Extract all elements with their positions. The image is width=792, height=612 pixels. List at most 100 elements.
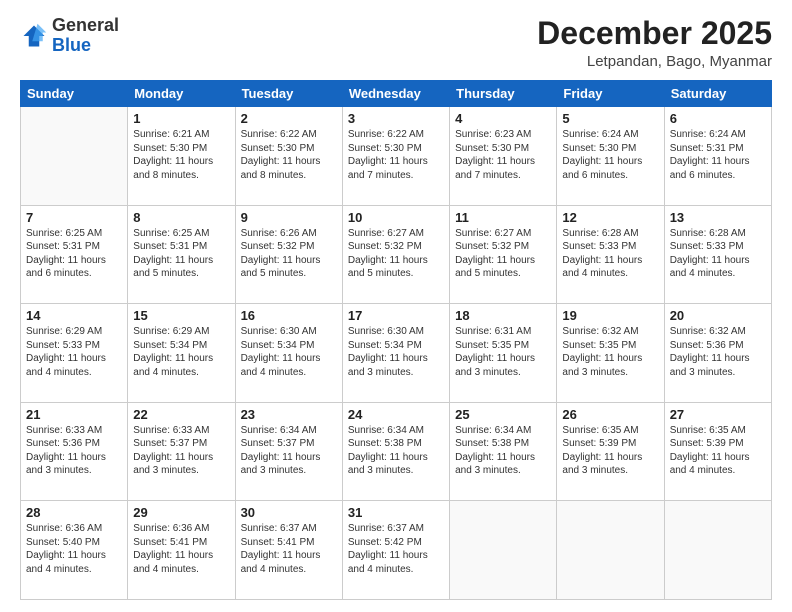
- day-info: Sunrise: 6:35 AM Sunset: 5:39 PM Dayligh…: [670, 424, 766, 478]
- page: General Blue December 2025 Letpandan, Ba…: [0, 0, 792, 612]
- day-info: Sunrise: 6:21 AM Sunset: 5:30 PM Dayligh…: [133, 128, 229, 182]
- day-info: Sunrise: 6:34 AM Sunset: 5:38 PM Dayligh…: [348, 424, 444, 478]
- day-number: 15: [133, 308, 229, 323]
- logo-blue-text: Blue: [52, 35, 91, 55]
- table-row: 5 Sunrise: 6:24 AM Sunset: 5:30 PM Daylig…: [557, 107, 664, 206]
- day-number: 27: [670, 407, 766, 422]
- day-number: 23: [241, 407, 337, 422]
- day-info: Sunrise: 6:37 AM Sunset: 5:42 PM Dayligh…: [348, 522, 444, 576]
- day-number: 3: [348, 111, 444, 126]
- day-number: 29: [133, 505, 229, 520]
- day-number: 1: [133, 111, 229, 126]
- table-row: 2 Sunrise: 6:22 AM Sunset: 5:30 PM Daylig…: [235, 107, 342, 206]
- day-info: Sunrise: 6:25 AM Sunset: 5:31 PM Dayligh…: [26, 227, 122, 281]
- day-number: 12: [562, 210, 658, 225]
- day-info: Sunrise: 6:25 AM Sunset: 5:31 PM Dayligh…: [133, 227, 229, 281]
- day-info: Sunrise: 6:30 AM Sunset: 5:34 PM Dayligh…: [348, 325, 444, 379]
- table-row: 19 Sunrise: 6:32 AM Sunset: 5:35 PM Dayli…: [557, 304, 664, 403]
- table-row: 12Sunrise: 6:28 AM Sunset: 5:33 PM Dayli…: [557, 205, 664, 304]
- calendar-week-row: 14 Sunrise: 6:29 AM Sunset: 5:33 PM Dayli…: [21, 304, 772, 403]
- day-info: Sunrise: 6:32 AM Sunset: 5:35 PM Dayligh…: [562, 325, 658, 379]
- table-row: 28 Sunrise: 6:36 AM Sunset: 5:40 PM Dayli…: [21, 501, 128, 600]
- table-row: 4 Sunrise: 6:23 AM Sunset: 5:30 PM Daylig…: [450, 107, 557, 206]
- table-row: 11Sunrise: 6:27 AM Sunset: 5:32 PM Dayli…: [450, 205, 557, 304]
- table-row: 29 Sunrise: 6:36 AM Sunset: 5:41 PM Dayli…: [128, 501, 235, 600]
- day-info: Sunrise: 6:27 AM Sunset: 5:32 PM Dayligh…: [455, 227, 551, 281]
- table-row: 27 Sunrise: 6:35 AM Sunset: 5:39 PM Dayli…: [664, 402, 771, 501]
- table-row: 23 Sunrise: 6:34 AM Sunset: 5:37 PM Dayli…: [235, 402, 342, 501]
- day-number: 30: [241, 505, 337, 520]
- logo: General Blue: [20, 16, 119, 56]
- day-info: Sunrise: 6:28 AM Sunset: 5:33 PM Dayligh…: [670, 227, 766, 281]
- day-number: 2: [241, 111, 337, 126]
- day-number: 26: [562, 407, 658, 422]
- header-sunday: Sunday: [21, 81, 128, 107]
- day-number: 6: [670, 111, 766, 126]
- calendar-header-row: Sunday Monday Tuesday Wednesday Thursday…: [21, 81, 772, 107]
- table-row: [450, 501, 557, 600]
- calendar-table: Sunday Monday Tuesday Wednesday Thursday…: [20, 80, 772, 600]
- table-row: 25Sunrise: 6:34 AM Sunset: 5:38 PM Dayli…: [450, 402, 557, 501]
- day-number: 8: [133, 210, 229, 225]
- day-number: 7: [26, 210, 122, 225]
- calendar-week-row: 7 Sunrise: 6:25 AM Sunset: 5:31 PM Daylig…: [21, 205, 772, 304]
- day-info: Sunrise: 6:34 AM Sunset: 5:38 PM Dayligh…: [455, 424, 551, 478]
- title-block: December 2025 Letpandan, Bago, Myanmar: [537, 16, 772, 70]
- logo-icon: [20, 22, 48, 50]
- table-row: 16 Sunrise: 6:30 AM Sunset: 5:34 PM Dayli…: [235, 304, 342, 403]
- table-row: 18 Sunrise: 6:31 AM Sunset: 5:35 PM Dayli…: [450, 304, 557, 403]
- day-info: Sunrise: 6:23 AM Sunset: 5:30 PM Dayligh…: [455, 128, 551, 182]
- day-number: 28: [26, 505, 122, 520]
- day-info: Sunrise: 6:29 AM Sunset: 5:33 PM Dayligh…: [26, 325, 122, 379]
- day-number: 16: [241, 308, 337, 323]
- day-number: 13: [670, 210, 766, 225]
- table-row: 10Sunrise: 6:27 AM Sunset: 5:32 PM Dayli…: [342, 205, 449, 304]
- day-info: Sunrise: 6:33 AM Sunset: 5:37 PM Dayligh…: [133, 424, 229, 478]
- table-row: 17 Sunrise: 6:30 AM Sunset: 5:34 PM Dayli…: [342, 304, 449, 403]
- logo-general-text: General: [52, 15, 119, 35]
- day-number: 18: [455, 308, 551, 323]
- table-row: [557, 501, 664, 600]
- day-info: Sunrise: 6:22 AM Sunset: 5:30 PM Dayligh…: [241, 128, 337, 182]
- table-row: 21Sunrise: 6:33 AM Sunset: 5:36 PM Dayli…: [21, 402, 128, 501]
- day-info: Sunrise: 6:27 AM Sunset: 5:32 PM Dayligh…: [348, 227, 444, 281]
- table-row: 22Sunrise: 6:33 AM Sunset: 5:37 PM Dayli…: [128, 402, 235, 501]
- day-info: Sunrise: 6:32 AM Sunset: 5:36 PM Dayligh…: [670, 325, 766, 379]
- day-number: 19: [562, 308, 658, 323]
- calendar-week-row: 28 Sunrise: 6:36 AM Sunset: 5:40 PM Dayli…: [21, 501, 772, 600]
- day-number: 21: [26, 407, 122, 422]
- day-info: Sunrise: 6:36 AM Sunset: 5:41 PM Dayligh…: [133, 522, 229, 576]
- location: Letpandan, Bago, Myanmar: [537, 53, 772, 70]
- day-info: Sunrise: 6:31 AM Sunset: 5:35 PM Dayligh…: [455, 325, 551, 379]
- day-number: 4: [455, 111, 551, 126]
- day-info: Sunrise: 6:24 AM Sunset: 5:30 PM Dayligh…: [562, 128, 658, 182]
- header-tuesday: Tuesday: [235, 81, 342, 107]
- table-row: 30Sunrise: 6:37 AM Sunset: 5:41 PM Dayli…: [235, 501, 342, 600]
- day-number: 17: [348, 308, 444, 323]
- table-row: 31 Sunrise: 6:37 AM Sunset: 5:42 PM Dayli…: [342, 501, 449, 600]
- day-number: 5: [562, 111, 658, 126]
- day-info: Sunrise: 6:30 AM Sunset: 5:34 PM Dayligh…: [241, 325, 337, 379]
- day-number: 14: [26, 308, 122, 323]
- table-row: 13 Sunrise: 6:28 AM Sunset: 5:33 PM Dayli…: [664, 205, 771, 304]
- header: General Blue December 2025 Letpandan, Ba…: [20, 16, 772, 70]
- table-row: 1 Sunrise: 6:21 AM Sunset: 5:30 PM Daylig…: [128, 107, 235, 206]
- header-wednesday: Wednesday: [342, 81, 449, 107]
- table-row: [21, 107, 128, 206]
- table-row: [664, 501, 771, 600]
- day-info: Sunrise: 6:36 AM Sunset: 5:40 PM Dayligh…: [26, 522, 122, 576]
- header-friday: Friday: [557, 81, 664, 107]
- calendar-week-row: 1 Sunrise: 6:21 AM Sunset: 5:30 PM Daylig…: [21, 107, 772, 206]
- day-info: Sunrise: 6:34 AM Sunset: 5:37 PM Dayligh…: [241, 424, 337, 478]
- day-info: Sunrise: 6:22 AM Sunset: 5:30 PM Dayligh…: [348, 128, 444, 182]
- table-row: 8 Sunrise: 6:25 AM Sunset: 5:31 PM Daylig…: [128, 205, 235, 304]
- calendar-week-row: 21Sunrise: 6:33 AM Sunset: 5:36 PM Dayli…: [21, 402, 772, 501]
- day-number: 31: [348, 505, 444, 520]
- day-number: 9: [241, 210, 337, 225]
- header-monday: Monday: [128, 81, 235, 107]
- table-row: 20 Sunrise: 6:32 AM Sunset: 5:36 PM Dayli…: [664, 304, 771, 403]
- table-row: 7 Sunrise: 6:25 AM Sunset: 5:31 PM Daylig…: [21, 205, 128, 304]
- day-number: 20: [670, 308, 766, 323]
- day-info: Sunrise: 6:35 AM Sunset: 5:39 PM Dayligh…: [562, 424, 658, 478]
- day-number: 24: [348, 407, 444, 422]
